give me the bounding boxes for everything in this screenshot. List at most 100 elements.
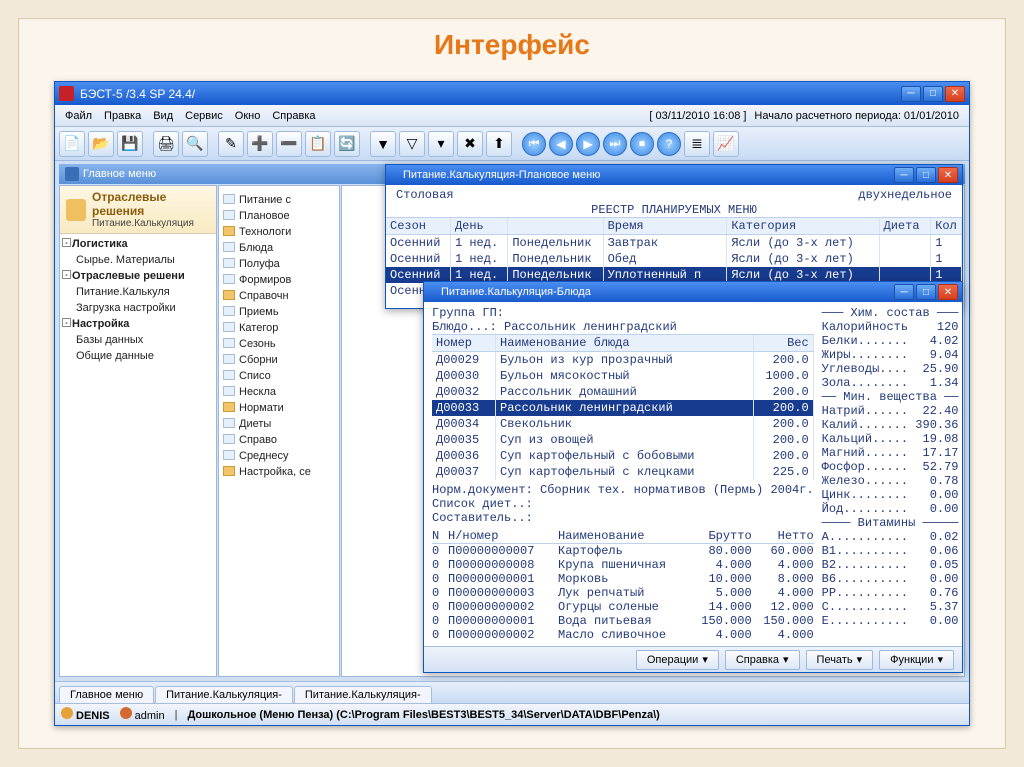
plan-minimize-button[interactable]: ─	[894, 167, 914, 183]
dish-row[interactable]: Д00029Бульон из кур прозрачный200.0	[432, 352, 814, 368]
window-tab[interactable]: Главное меню	[59, 686, 154, 703]
tree-node[interactable]: -Логистика	[62, 236, 214, 252]
plan-row[interactable]: Осенний1 нед.ПонедельникОбедЯсли (до 3-х…	[386, 251, 962, 267]
tree-header-subtitle: Питание.Калькуляция	[92, 218, 210, 229]
tool-del-icon[interactable]: ➖	[276, 131, 302, 157]
menu-Файл[interactable]: Файл	[59, 108, 98, 124]
tool-add-icon[interactable]: ➕	[247, 131, 273, 157]
nav-stop-icon[interactable]: ⏹	[630, 132, 654, 156]
dish-minimize-button[interactable]: ─	[894, 284, 914, 300]
tree-node[interactable]: Формиров	[221, 272, 337, 288]
tree-node[interactable]: Блюда	[221, 240, 337, 256]
maximize-button[interactable]: □	[923, 86, 943, 102]
ingredient-row[interactable]: 0П00000000002Масло сливочное4.0004.000	[432, 628, 814, 642]
menubar: ФайлПравкаВидСервисОкноСправка [ 03/11/2…	[55, 105, 969, 127]
menu-Окно[interactable]: Окно	[229, 108, 267, 124]
tool-preview-icon[interactable]: 🔍	[182, 131, 208, 157]
tree-node[interactable]: Категор	[221, 320, 337, 336]
dish-row[interactable]: Д00032Рассольник домашний200.0	[432, 384, 814, 400]
tool-print-icon[interactable]: 🖨	[153, 131, 179, 157]
tool-tools-icon[interactable]: ✖	[457, 131, 483, 157]
tree-node[interactable]: -Настройка	[62, 316, 214, 332]
dish-title: Питание.Калькуляция-Блюда	[441, 286, 591, 298]
ingredient-row[interactable]: 0П00000000008Крупа пшеничная4.0004.000	[432, 558, 814, 572]
dish-row[interactable]: Д00035Суп из овощей200.0	[432, 432, 814, 448]
tree-node[interactable]: Базы данных	[62, 332, 214, 348]
help-icon[interactable]: ?	[657, 132, 681, 156]
tool-filter1-icon[interactable]: ▼	[370, 131, 396, 157]
close-button[interactable]: ✕	[945, 86, 965, 102]
tool-filter2-icon[interactable]: ▽	[399, 131, 425, 157]
minimize-button[interactable]: ─	[901, 86, 921, 102]
plan-close-button[interactable]: ✕	[938, 167, 958, 183]
tool-export-icon[interactable]: ⬆	[486, 131, 512, 157]
tree-node[interactable]: Сезонь	[221, 336, 337, 352]
tree-node[interactable]: Справочн	[221, 288, 337, 304]
tool-new-icon[interactable]: 📄	[59, 131, 85, 157]
plan-maximize-button[interactable]: □	[916, 167, 936, 183]
chevron-down-icon: ▾	[702, 653, 708, 666]
tree-node[interactable]: -Отраслевые решени	[62, 268, 214, 284]
tool-open-icon[interactable]: 📂	[88, 131, 114, 157]
menu-Правка[interactable]: Правка	[98, 108, 147, 124]
ingredient-row[interactable]: 0П00000000002Огурцы соленые14.00012.000	[432, 600, 814, 614]
dish-row[interactable]: Д00036Суп картофельный с бобовыми200.0	[432, 448, 814, 464]
mdi-title-text: Главное меню	[83, 168, 156, 180]
dish-row[interactable]: Д00033Рассольник ленинградский200.0	[432, 400, 814, 416]
tree-node[interactable]: Диеты	[221, 416, 337, 432]
tool-edit-icon[interactable]: ✎	[218, 131, 244, 157]
ingredient-row[interactable]: 0П00000000001Вода питьевая150.000150.000	[432, 614, 814, 628]
tool-list-icon[interactable]: ≣	[684, 131, 710, 157]
tree-node[interactable]: Нормати	[221, 400, 337, 416]
nav-next-icon[interactable]: ▶	[576, 132, 600, 156]
plan-titlebar[interactable]: Питание.Калькуляция-Плановое меню ─ □ ✕	[386, 165, 962, 185]
dish-row[interactable]: Д00037Суп картофельный с клецками225.0	[432, 464, 814, 480]
tree-node[interactable]: Питание.Калькуля	[62, 284, 214, 300]
tree-node[interactable]: Сборни	[221, 352, 337, 368]
menu-Вид[interactable]: Вид	[147, 108, 179, 124]
ingredient-row[interactable]: 0П00000000001Морковь10.0008.000	[432, 572, 814, 586]
tool-refresh-icon[interactable]: 🔄	[334, 131, 360, 157]
dish-Печать-button[interactable]: Печать ▾	[806, 650, 874, 670]
tree-node[interactable]: Списо	[221, 368, 337, 384]
tool-chart-icon[interactable]: 📈	[713, 131, 739, 157]
dish-maximize-button[interactable]: □	[916, 284, 936, 300]
tree-node[interactable]: Справо	[221, 432, 337, 448]
plan-title: Питание.Калькуляция-Плановое меню	[403, 169, 600, 181]
plan-row[interactable]: Осенний1 нед.ПонедельникЗавтракЯсли (до …	[386, 235, 962, 251]
tree-node[interactable]: Сырье. Материалы	[62, 252, 214, 268]
tree-node[interactable]: Полуфа	[221, 256, 337, 272]
dish-name: Блюдо...: Рассольник ленинградский	[432, 320, 814, 334]
dish-titlebar[interactable]: Питание.Калькуляция-Блюда ─ □ ✕	[424, 282, 962, 302]
dish-Функции-button[interactable]: Функции ▾	[879, 650, 954, 670]
dish-Справка-button[interactable]: Справка ▾	[725, 650, 800, 670]
ingredient-row[interactable]: 0П00000000003Лук репчатый5.0004.000	[432, 586, 814, 600]
menu-Справка[interactable]: Справка	[266, 108, 321, 124]
tree-node[interactable]: Настройка, се	[221, 464, 337, 480]
dish-group: Группа ГП:	[432, 306, 814, 320]
tree-node[interactable]: Загрузка настройки	[62, 300, 214, 316]
dish-row[interactable]: Д00030Бульон мясокостный1000.0	[432, 368, 814, 384]
tool-filter3-icon[interactable]: ▾	[428, 131, 454, 157]
tree-node[interactable]: Нескла	[221, 384, 337, 400]
dish-grid[interactable]: НомерНаименование блюдаВесД00029Бульон и…	[432, 334, 814, 480]
tree-node[interactable]: Питание с	[221, 192, 337, 208]
window-tab[interactable]: Питание.Калькуляция-	[294, 686, 432, 703]
tree-node[interactable]: Плановое	[221, 208, 337, 224]
menu-Сервис[interactable]: Сервис	[179, 108, 229, 124]
tool-copy-icon[interactable]: 📋	[305, 131, 331, 157]
tree-node[interactable]: Технологи	[221, 224, 337, 240]
tree-node[interactable]: Общие данные	[62, 348, 214, 364]
ingredient-row[interactable]: 0П00000000007Картофель80.00060.000	[432, 544, 814, 558]
dish-Операции-button[interactable]: Операции ▾	[636, 650, 719, 670]
nav-prev-icon[interactable]: ◀	[549, 132, 573, 156]
tree-node[interactable]: Приемь	[221, 304, 337, 320]
tree-node[interactable]: Среднесу	[221, 448, 337, 464]
nav-last-icon[interactable]: ⏭	[603, 132, 627, 156]
dish-close-button[interactable]: ✕	[938, 284, 958, 300]
dish-row[interactable]: Д00034Свекольник200.0	[432, 416, 814, 432]
tool-save-icon[interactable]: 💾	[117, 131, 143, 157]
ingredient-grid[interactable]: NН/номерНаименованиеБруттоНетто0П0000000…	[432, 529, 814, 642]
window-tab[interactable]: Питание.Калькуляция-	[155, 686, 293, 703]
nav-first-icon[interactable]: ⏮	[522, 132, 546, 156]
